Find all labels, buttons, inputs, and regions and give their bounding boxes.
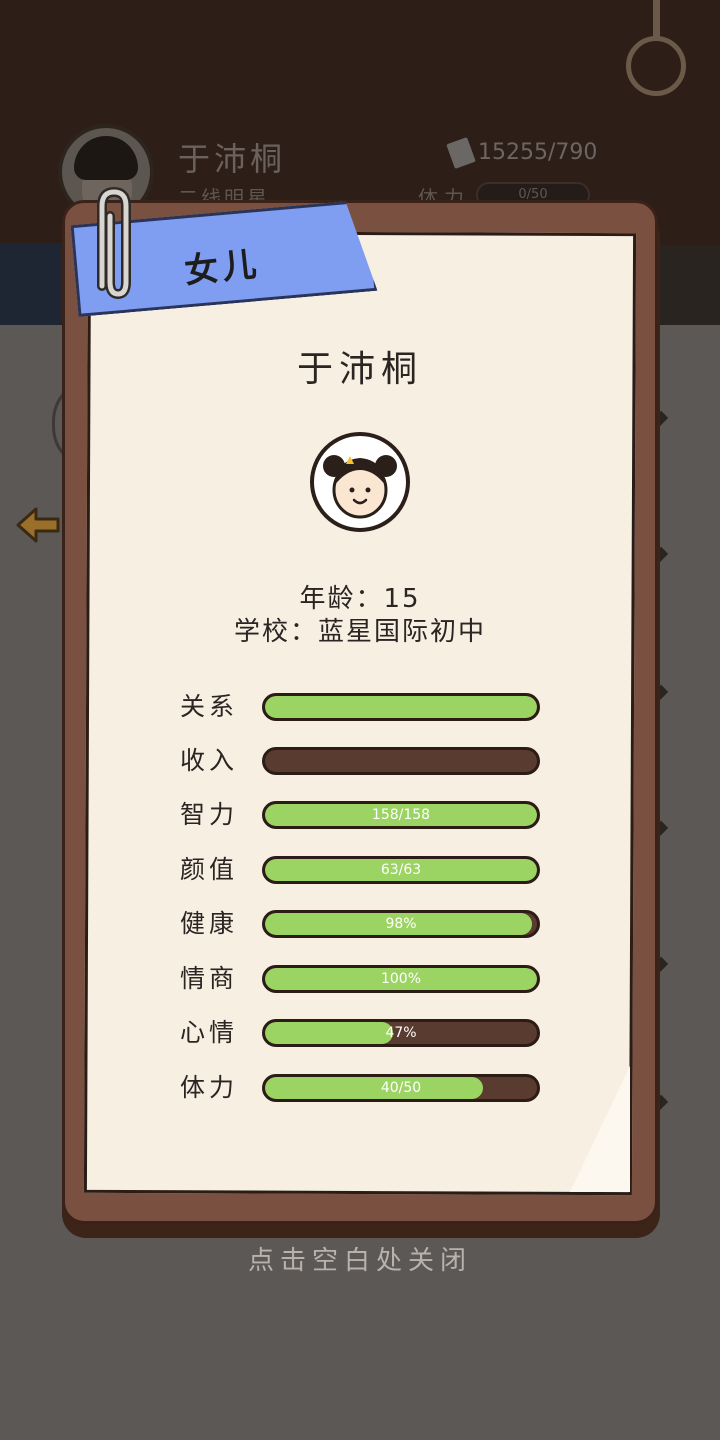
member-name: 于沛桐 xyxy=(296,349,423,390)
stat-label: 情商 xyxy=(180,964,239,993)
stat-value: 63/63 xyxy=(380,862,422,878)
back-button[interactable] xyxy=(0,243,70,543)
stat-value: 40/50 xyxy=(380,1080,422,1096)
stat-row-relationship: 关系 xyxy=(180,691,542,723)
stat-bar: 47% xyxy=(262,1019,540,1047)
stat-row-intelligence: 智力 158/158 xyxy=(180,799,542,831)
stat-value xyxy=(265,750,537,772)
stat-label: 健康 xyxy=(180,909,239,938)
stat-bar: 100% xyxy=(262,965,540,993)
close-hint[interactable]: 点击空白处关闭 xyxy=(0,1240,720,1277)
stat-label: 体力 xyxy=(180,1073,239,1102)
stat-row-eq: 情商 100% xyxy=(180,963,542,995)
daughter-face-icon xyxy=(323,455,397,519)
stat-row-looks: 颜值 63/63 xyxy=(180,854,542,886)
stat-bar: 158/158 xyxy=(262,801,540,829)
stat-bar: 40/50 xyxy=(262,1074,540,1102)
stat-label: 心情 xyxy=(180,1018,239,1047)
stat-label: 收入 xyxy=(180,746,239,775)
stat-bar xyxy=(262,693,540,721)
stat-value: 47% xyxy=(385,1025,417,1041)
relation-title: 女儿 xyxy=(182,244,263,292)
back-arrow-icon xyxy=(16,507,60,543)
ring-icon xyxy=(626,36,686,96)
stat-bar: 98% xyxy=(262,910,540,938)
stat-label: 智力 xyxy=(180,800,239,829)
paperclip-icon xyxy=(97,186,131,300)
stat-bar: 63/63 xyxy=(262,856,540,884)
stat-value: 98% xyxy=(385,916,417,932)
stat-label: 关系 xyxy=(180,692,239,721)
daughter-avatar xyxy=(310,432,410,532)
stat-label: 颜值 xyxy=(180,855,239,884)
stat-value xyxy=(265,696,537,718)
stat-bar xyxy=(262,747,540,775)
player-name: 于沛桐 xyxy=(178,140,287,178)
stat-row-mood: 心情 47% xyxy=(180,1017,542,1049)
stat-row-health: 健康 98% xyxy=(180,908,542,940)
age-text: 年龄：15 xyxy=(299,584,421,614)
stat-value: 100% xyxy=(380,971,422,987)
school-text: 学校：蓝星国际初中 xyxy=(233,617,486,647)
stat-row-stamina: 体力 40/50 xyxy=(180,1072,542,1104)
ring-stem xyxy=(653,0,660,38)
stat-value: 158/158 xyxy=(371,807,431,823)
money-value: 15255/790 xyxy=(478,140,598,165)
stat-row-income: 收入 xyxy=(180,745,542,777)
